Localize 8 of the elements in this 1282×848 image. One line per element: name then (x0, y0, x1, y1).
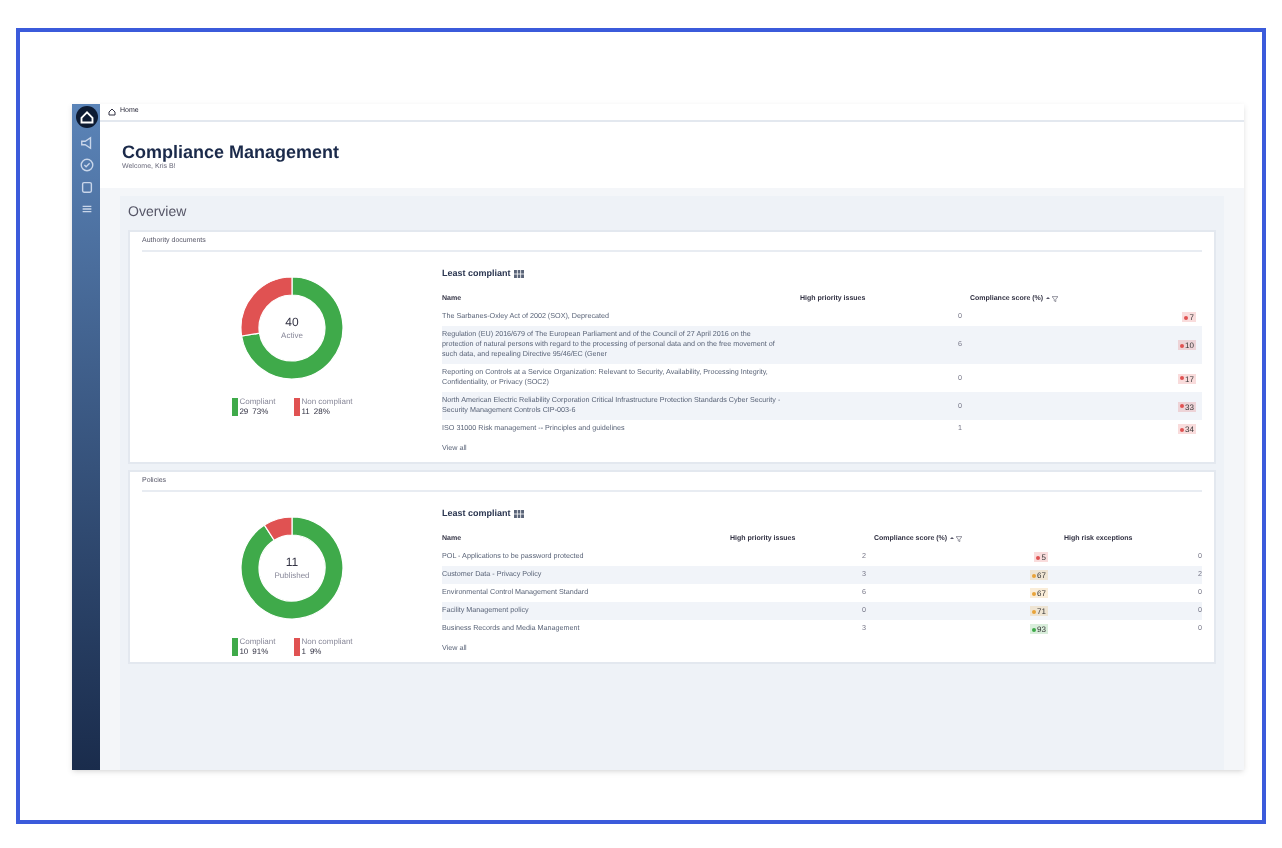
list-icon[interactable] (79, 202, 93, 216)
home-icon[interactable] (75, 106, 97, 128)
page-title: Compliance Management (122, 142, 342, 162)
speaker-icon[interactable] (79, 136, 93, 150)
table-icon[interactable] (514, 510, 525, 518)
check-circle-icon[interactable] (79, 158, 93, 172)
table-icon[interactable] (514, 270, 525, 278)
home-icon[interactable] (108, 108, 116, 116)
